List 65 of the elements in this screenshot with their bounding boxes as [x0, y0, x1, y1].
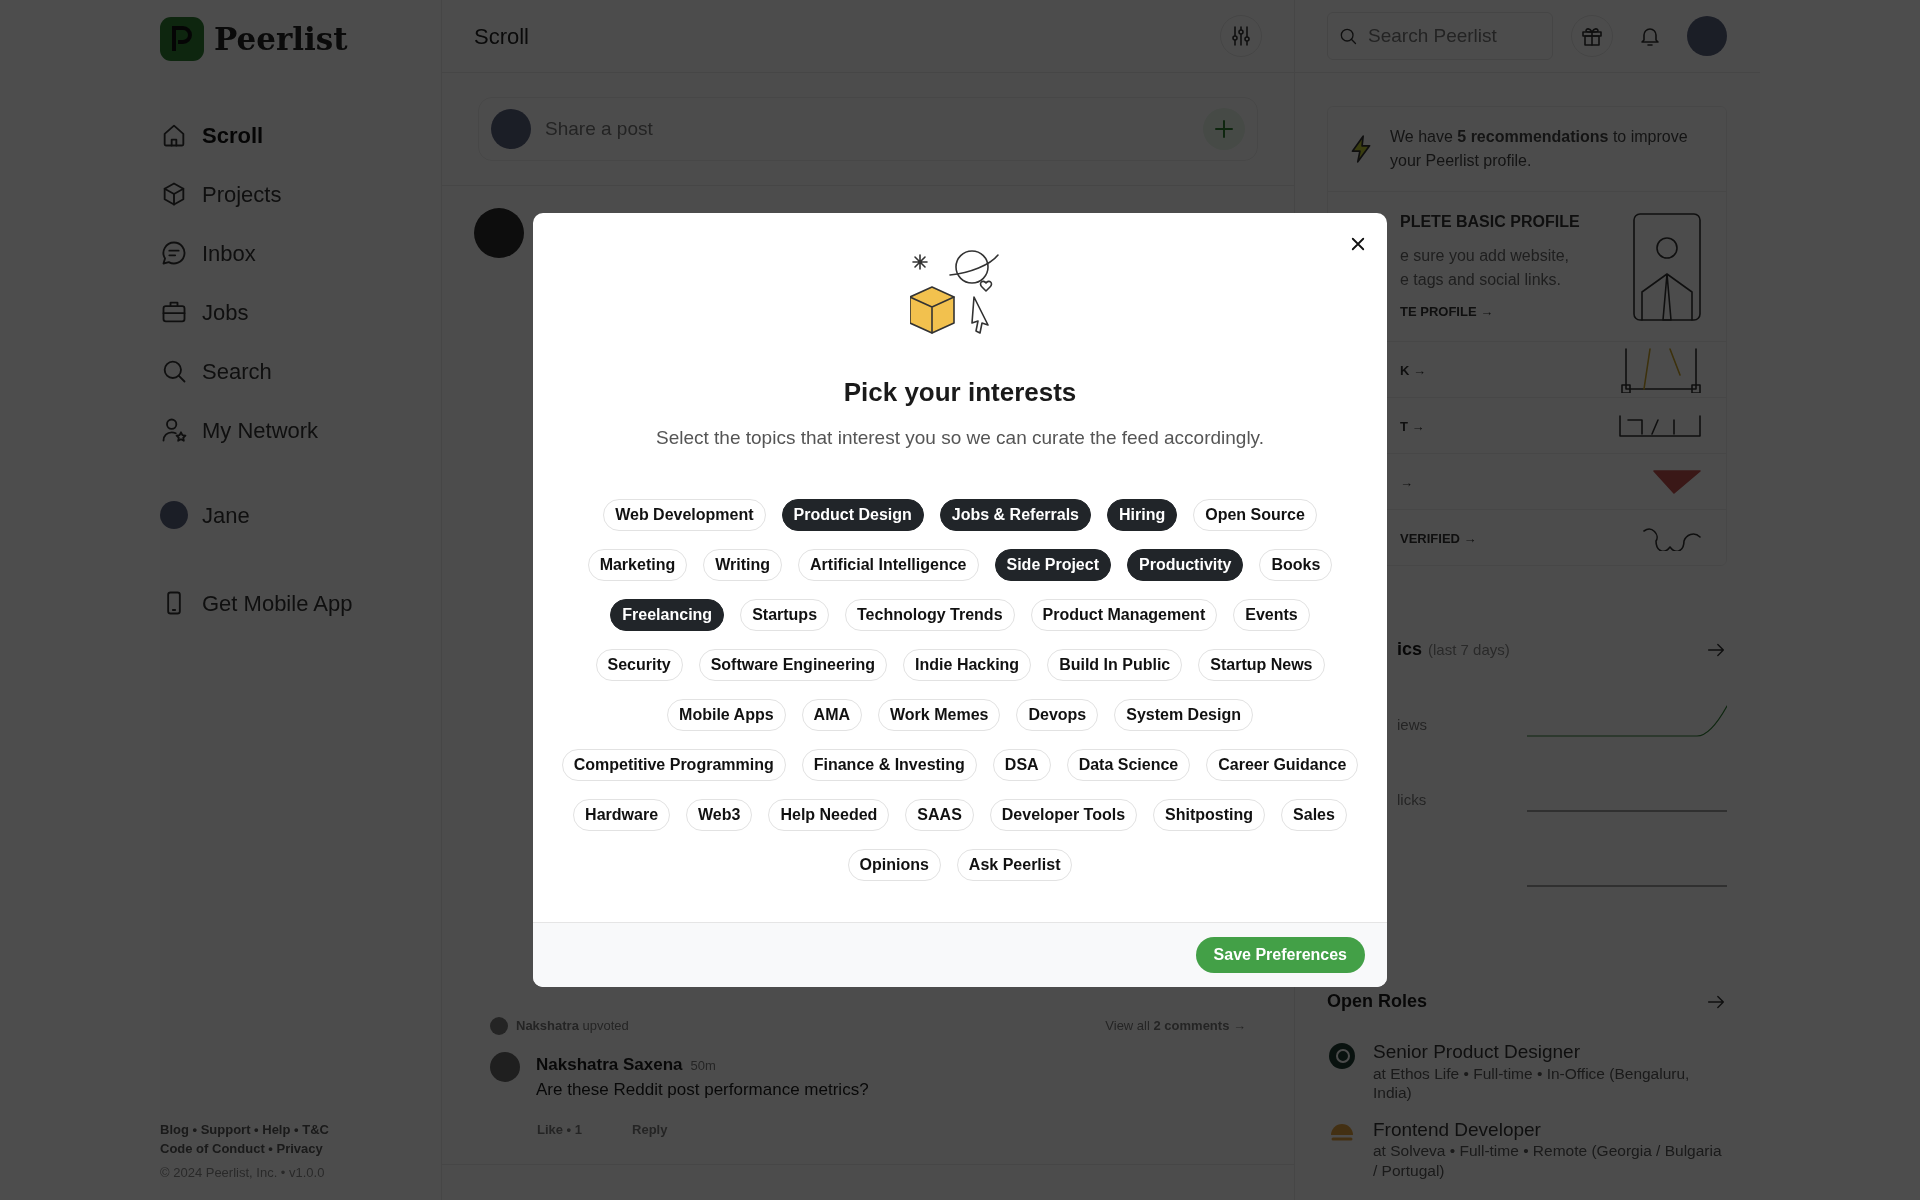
add-post-button[interactable] [1203, 108, 1245, 150]
chat-icon [160, 239, 188, 267]
topic-chip[interactable]: Sales [1281, 798, 1347, 831]
topic-chip[interactable]: Side Project [994, 548, 1111, 581]
topic-chip[interactable]: Help Needed [768, 798, 890, 831]
topic-chip[interactable]: Open Source [1193, 498, 1317, 531]
topic-chip[interactable]: Hiring [1107, 498, 1178, 531]
filter-button[interactable] [1220, 15, 1262, 57]
task-title: PLETE BASIC PROFILE [1400, 212, 1580, 232]
topic-chip[interactable]: Finance & Investing [801, 748, 977, 781]
avatar-icon [160, 501, 188, 529]
avatar-icon [474, 208, 524, 258]
topic-chip[interactable]: Software Engineering [698, 648, 888, 681]
dialog-title: Pick your interests [843, 376, 1077, 409]
topic-chip[interactable]: Writing [703, 548, 782, 581]
topic-chip[interactable]: Jobs & Referrals [939, 498, 1091, 531]
dialog-subtitle: Select the topics that interest you so we can curate the feed accordingly. [656, 426, 1264, 450]
plus-icon [1212, 117, 1236, 141]
topic-chip[interactable]: SAAS [905, 798, 974, 831]
topic-chip[interactable]: Mobile Apps [667, 698, 786, 731]
topic-chip[interactable]: Marketing [587, 548, 688, 581]
topic-chip[interactable]: Books [1259, 548, 1333, 581]
section-title: Open Roles [1327, 990, 1428, 1013]
topic-chip[interactable]: Product Management [1030, 598, 1218, 631]
illustration-drawing [1652, 468, 1702, 495]
gift-button[interactable] [1571, 15, 1613, 57]
topic-chip[interactable]: Startups [740, 598, 830, 631]
company-logo-icon [1327, 1041, 1357, 1071]
logo-icon[interactable] [160, 17, 204, 62]
topic-chip[interactable]: Events [1233, 598, 1310, 631]
sliders-icon [1229, 24, 1253, 48]
topic-chip[interactable]: Competitive Programming [561, 748, 786, 781]
avatar-icon [491, 109, 531, 149]
topic-chip[interactable]: Product Design [781, 498, 924, 531]
topic-chip[interactable]: Freelancing [610, 598, 725, 631]
topic-chip[interactable]: Build In Public [1047, 648, 1183, 681]
avatar-icon [490, 1051, 520, 1082]
topic-chip[interactable]: Opinions [847, 848, 941, 881]
user-star-icon [160, 416, 188, 444]
topic-chip[interactable]: AMA [801, 698, 862, 731]
topic-chip[interactable]: Web3 [686, 798, 753, 831]
topic-chip[interactable]: Indie Hacking [903, 648, 1032, 681]
analytics-title: ics [1397, 638, 1423, 661]
topic-chip[interactable]: Security [595, 648, 683, 681]
topic-chip[interactable]: Devops [1016, 698, 1099, 731]
topic-chip[interactable]: Web Development [603, 498, 766, 531]
topic-chip[interactable]: Work Memes [878, 698, 1001, 731]
topic-chip[interactable]: Ask Peerlist [956, 848, 1073, 881]
topic-chip[interactable]: DSA [992, 748, 1051, 781]
topic-chip[interactable]: Hardware [573, 798, 671, 831]
page-title: Scroll [474, 22, 529, 51]
avatar-icon [490, 1016, 508, 1035]
topic-chip[interactable]: Startup News [1198, 648, 1325, 681]
comment-text: Are these Reddit post performance metrics? [536, 1079, 869, 1101]
search-icon [1338, 26, 1358, 46]
topic-chip[interactable]: Developer Tools [989, 798, 1138, 831]
recommendations-text: We have 5 recommendations to improve your Peerlist profile. [1390, 127, 1689, 171]
topic-chip[interactable]: Artificial Intelligence [798, 548, 979, 581]
topic-chip[interactable]: System Design [1114, 698, 1253, 731]
topic-chip[interactable]: Technology Trends [845, 598, 1015, 631]
profile-avatar-button[interactable] [1687, 16, 1727, 56]
topic-chip[interactable]: Career Guidance [1206, 748, 1359, 781]
topic-chip[interactable]: Shitposting [1153, 798, 1266, 831]
topic-chip[interactable]: Data Science [1066, 748, 1191, 781]
topic-chip[interactable]: Productivity [1127, 548, 1244, 581]
